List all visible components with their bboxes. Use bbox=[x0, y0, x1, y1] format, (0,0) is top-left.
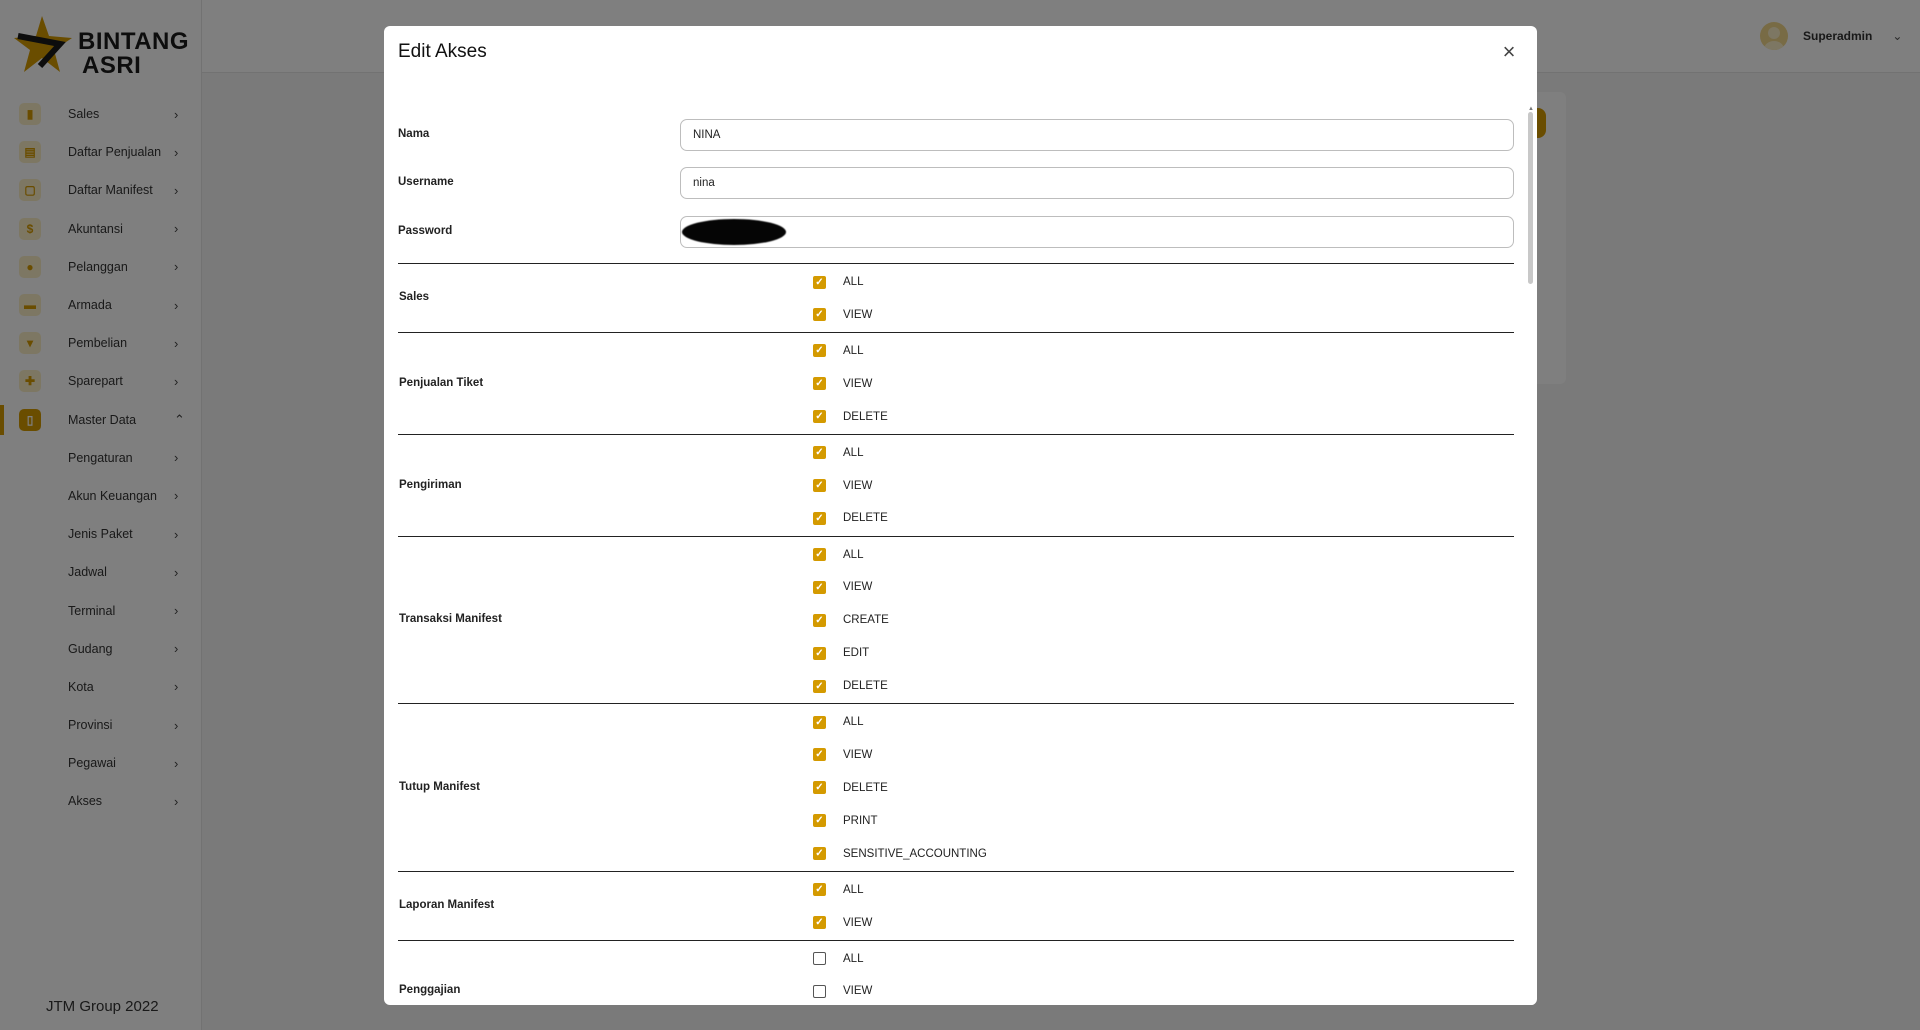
checkbox-checked-icon[interactable]: ✓ bbox=[813, 814, 826, 828]
permission-option[interactable]: ✓ PRINT bbox=[813, 812, 878, 830]
permission-option[interactable]: VIEW bbox=[813, 982, 872, 1000]
checkbox-checked-icon[interactable]: ✓ bbox=[813, 308, 826, 322]
redaction-scribble bbox=[682, 219, 786, 245]
permission-group: PenggajianALLVIEWCREATE bbox=[398, 939, 1514, 1005]
permission-option-label: PRINT bbox=[843, 814, 878, 827]
permission-group-label: Laporan Manifest bbox=[399, 899, 495, 912]
permission-option[interactable]: ✓ DELETE bbox=[813, 509, 888, 527]
permission-option[interactable]: ✓ ALL bbox=[813, 881, 863, 899]
permission-option-label: DELETE bbox=[843, 680, 888, 693]
permission-option[interactable]: ✓ VIEW bbox=[813, 375, 872, 393]
password-label: Password bbox=[398, 225, 453, 237]
password-field: Password bbox=[398, 216, 1528, 248]
permission-option-label: VIEW bbox=[843, 748, 873, 761]
permission-option[interactable]: ✓ VIEW bbox=[813, 914, 872, 932]
permission-group-label: Penggajian bbox=[399, 984, 461, 997]
permission-option[interactable]: ✓ SENSITIVE_ACCOUNTING bbox=[813, 845, 987, 863]
username-field: Username bbox=[398, 167, 1528, 199]
checkbox-checked-icon[interactable]: ✓ bbox=[813, 446, 826, 460]
permission-group: Pengiriman ✓ ALL ✓ VIEW ✓ DELETE bbox=[398, 433, 1514, 536]
permission-option[interactable]: ✓ EDIT bbox=[813, 644, 869, 662]
permission-group-label: Transaksi Manifest bbox=[399, 613, 502, 626]
permission-option-label: ALL bbox=[843, 952, 864, 965]
permission-option[interactable]: ✓ ALL bbox=[813, 273, 863, 291]
permission-option[interactable]: ✓ DELETE bbox=[813, 779, 888, 797]
permission-group: Laporan Manifest ✓ ALL ✓ VIEW bbox=[398, 870, 1514, 940]
permission-option-label: DELETE bbox=[843, 410, 888, 423]
checkbox-checked-icon[interactable]: ✓ bbox=[813, 479, 826, 493]
permission-option[interactable]: ✓ CREATE bbox=[813, 611, 889, 629]
close-icon[interactable]: × bbox=[1496, 40, 1522, 66]
permission-option[interactable]: ✓ ALL bbox=[813, 342, 863, 360]
checkbox-checked-icon[interactable]: ✓ bbox=[813, 916, 826, 930]
checkbox-checked-icon[interactable]: ✓ bbox=[813, 715, 826, 729]
checkbox-checked-icon[interactable]: ✓ bbox=[813, 580, 826, 594]
checkbox-checked-icon[interactable]: ✓ bbox=[813, 646, 826, 660]
permission-group: Sales ✓ ALL ✓ VIEW bbox=[398, 263, 1514, 332]
checkbox-checked-icon[interactable]: ✓ bbox=[813, 410, 826, 424]
permission-option[interactable]: ✓ DELETE bbox=[813, 408, 888, 426]
permission-option-label: VIEW bbox=[843, 916, 873, 929]
permission-group-label: Pengiriman bbox=[399, 478, 462, 491]
permission-group-label: Penjualan Tiket bbox=[399, 376, 484, 389]
checkbox-checked-icon[interactable]: ✓ bbox=[813, 613, 826, 627]
checkbox-checked-icon[interactable]: ✓ bbox=[813, 511, 826, 525]
checkbox-checked-icon[interactable]: ✓ bbox=[813, 748, 826, 762]
checkbox-checked-icon[interactable]: ✓ bbox=[813, 344, 826, 358]
permission-option-label: ALL bbox=[843, 883, 864, 896]
checkbox-unchecked-icon[interactable] bbox=[813, 984, 826, 998]
modal-scrollbar[interactable]: ▲ ▼ bbox=[1527, 86, 1535, 1005]
permission-option-label: DELETE bbox=[843, 512, 888, 525]
permission-option-label: ALL bbox=[843, 344, 864, 357]
nama-label: Nama bbox=[398, 128, 430, 140]
permission-group: Transaksi Manifest ✓ ALL ✓ VIEW ✓ CREATE ✓ EDIT ✓… bbox=[398, 535, 1514, 704]
permission-group: Penjualan Tiket ✓ ALL ✓ VIEW ✓ DELETE bbox=[398, 331, 1514, 434]
checkbox-checked-icon[interactable]: ✓ bbox=[813, 377, 826, 391]
checkbox-checked-icon[interactable]: ✓ bbox=[813, 679, 826, 693]
permission-option-label: VIEW bbox=[843, 581, 873, 594]
permission-group-label: Sales bbox=[399, 291, 430, 304]
permission-group: Tutup Manifest ✓ ALL ✓ VIEW ✓ DELETE ✓ PRINT ✓ SEN… bbox=[398, 703, 1514, 871]
edit-access-modal: Edit Akses × Nama Username Password Sale… bbox=[384, 26, 1537, 1005]
modal-body: Nama Username Password Sales✓ALL✓VIEWPen… bbox=[398, 86, 1528, 1005]
modal-title: Edit Akses bbox=[398, 41, 487, 62]
permission-option-label: ALL bbox=[843, 446, 864, 459]
username-label: Username bbox=[398, 176, 454, 188]
checkbox-checked-icon[interactable]: ✓ bbox=[813, 275, 826, 289]
permission-option[interactable]: ✓ VIEW bbox=[813, 306, 872, 324]
permission-option[interactable]: ✓ VIEW bbox=[813, 746, 872, 764]
permission-option-label: ALL bbox=[843, 276, 864, 288]
permission-option[interactable]: ALL bbox=[813, 950, 863, 968]
permission-option-label: VIEW bbox=[843, 308, 873, 321]
scroll-thumb[interactable] bbox=[1528, 112, 1533, 284]
permission-option[interactable]: ✓ VIEW bbox=[813, 477, 872, 495]
permission-option-label: DELETE bbox=[843, 781, 888, 794]
permission-option[interactable]: ✓ DELETE bbox=[813, 677, 888, 695]
permission-option-label: ALL bbox=[843, 548, 864, 561]
permission-option-label: SENSITIVE_ACCOUNTING bbox=[843, 847, 987, 860]
permission-option-label: VIEW bbox=[843, 377, 873, 390]
permission-option-label: EDIT bbox=[843, 647, 870, 660]
username-input[interactable] bbox=[680, 167, 1514, 199]
checkbox-checked-icon[interactable]: ✓ bbox=[813, 883, 826, 897]
checkbox-checked-icon[interactable]: ✓ bbox=[813, 847, 826, 861]
permission-group-label: Tutup Manifest bbox=[399, 780, 480, 793]
checkbox-checked-icon[interactable]: ✓ bbox=[813, 781, 826, 795]
permission-option[interactable]: ✓ ALL bbox=[813, 546, 863, 564]
checkbox-unchecked-icon[interactable] bbox=[813, 952, 826, 966]
permission-option[interactable]: ✓ ALL bbox=[813, 713, 863, 731]
permission-option-label: VIEW bbox=[843, 985, 873, 998]
permission-option-label: ALL bbox=[843, 716, 864, 729]
permission-option-label: CREATE bbox=[843, 614, 889, 627]
password-input[interactable] bbox=[680, 216, 1514, 248]
nama-field: Nama bbox=[398, 119, 1528, 151]
permission-option[interactable]: ✓ VIEW bbox=[813, 578, 872, 596]
nama-input[interactable] bbox=[680, 119, 1514, 151]
checkbox-checked-icon[interactable]: ✓ bbox=[813, 548, 826, 561]
permission-option[interactable]: ✓ ALL bbox=[813, 444, 863, 462]
permission-option-label: VIEW bbox=[843, 479, 873, 492]
